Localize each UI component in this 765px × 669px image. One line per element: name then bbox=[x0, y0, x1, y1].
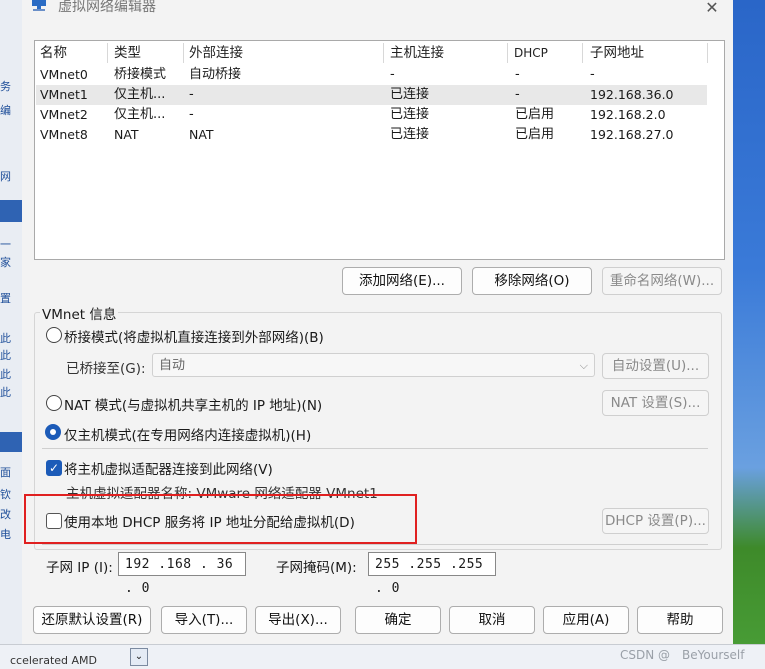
bridged-to-value: 自动 bbox=[159, 358, 186, 373]
window-title: 虚拟网络编辑器 bbox=[58, 0, 156, 15]
cell-host: - bbox=[390, 67, 395, 82]
cell-name: VMnet8 bbox=[40, 127, 88, 142]
left-strip-block bbox=[0, 200, 22, 222]
table-row[interactable]: VMnet8 NAT NAT 已连接 已启用 192.168.27.0 bbox=[36, 125, 707, 145]
column-divider bbox=[183, 43, 184, 63]
column-divider bbox=[582, 43, 583, 63]
table-row[interactable]: VMnet0 桥接模式 自动桥接 - - - bbox=[36, 65, 707, 85]
bridged-mode-radio[interactable] bbox=[46, 327, 62, 343]
cell-type: 桥接模式 bbox=[114, 67, 167, 82]
chevron-down-icon[interactable]: ⌄ bbox=[130, 648, 148, 666]
column-divider bbox=[383, 43, 384, 63]
table-row-selected[interactable]: VMnet1 仅主机... - 已连接 - 192.168.36.0 bbox=[36, 85, 707, 105]
left-strip-text: 电 bbox=[0, 528, 11, 541]
cell-name: VMnet2 bbox=[40, 107, 88, 122]
column-divider bbox=[507, 43, 508, 63]
desktop-wallpaper bbox=[733, 0, 765, 668]
vmnet-info-title: VMnet 信息 bbox=[40, 303, 119, 323]
left-strip-text: 改 bbox=[0, 508, 11, 521]
chevron-down-icon: ⌵ bbox=[579, 359, 588, 372]
cancel-button[interactable]: 取消 bbox=[449, 606, 535, 634]
close-icon[interactable]: ✕ bbox=[700, 0, 724, 20]
cell-dhcp: - bbox=[515, 67, 520, 82]
nat-mode-label[interactable]: NAT 模式(与虚拟机共享主机的 IP 地址)(N) bbox=[64, 394, 322, 414]
auto-settings-button[interactable]: 自动设置(U)... bbox=[602, 353, 709, 379]
subnet-ip-input[interactable]: 192 .168 . 36 . 0 bbox=[118, 552, 246, 596]
bridged-to-select[interactable]: 自动 ⌵ bbox=[152, 353, 595, 377]
background-text: ccelerated AMD bbox=[10, 654, 97, 667]
nat-settings-button[interactable]: NAT 设置(S)... bbox=[602, 390, 709, 416]
network-icon bbox=[32, 0, 46, 11]
left-strip-text: 钦 bbox=[0, 488, 11, 501]
cell-dhcp: 已启用 bbox=[515, 127, 555, 142]
host-only-mode-label[interactable]: 仅主机模式(在专用网络内连接虚拟机)(H) bbox=[64, 424, 311, 444]
cell-host: 已连接 bbox=[390, 127, 430, 142]
left-strip-text: 此 bbox=[0, 349, 11, 362]
left-strip-text: 此 bbox=[0, 386, 11, 399]
remove-network-button[interactable]: 移除网络(O) bbox=[472, 267, 592, 295]
highlight-box bbox=[24, 494, 417, 544]
cell-host: 已连接 bbox=[390, 107, 430, 122]
help-button[interactable]: 帮助 bbox=[637, 606, 723, 634]
host-only-mode-radio[interactable] bbox=[45, 424, 61, 440]
subnet-mask-input[interactable]: 255 .255 .255 . 0 bbox=[368, 552, 496, 596]
cell-external: - bbox=[189, 87, 194, 102]
left-strip-text: 家 bbox=[0, 256, 11, 269]
nat-mode-radio[interactable] bbox=[46, 395, 62, 411]
cell-subnet: 192.168.27.0 bbox=[590, 127, 674, 142]
cell-name: VMnet0 bbox=[40, 67, 88, 82]
left-strip-block bbox=[0, 432, 22, 452]
left-strip-text: 此 bbox=[0, 332, 11, 345]
import-button[interactable]: 导入(T)... bbox=[161, 606, 247, 634]
cell-type: 仅主机... bbox=[114, 107, 166, 122]
cell-type: 仅主机... bbox=[114, 87, 166, 102]
separator bbox=[42, 544, 708, 545]
cell-host: 已连接 bbox=[390, 87, 430, 102]
add-network-button[interactable]: 添加网络(E)... bbox=[342, 267, 462, 295]
left-strip-text: 此 bbox=[0, 368, 11, 381]
column-divider bbox=[707, 43, 708, 63]
separator bbox=[42, 448, 708, 449]
cell-dhcp: - bbox=[515, 87, 520, 102]
column-header-dhcp[interactable]: DHCP bbox=[514, 41, 548, 65]
cell-external: - bbox=[189, 107, 194, 122]
cell-type: NAT bbox=[114, 127, 139, 142]
connect-adapter-checkbox[interactable]: ✓ bbox=[46, 460, 62, 476]
column-header-name[interactable]: 名称 bbox=[40, 41, 67, 65]
bridged-mode-label[interactable]: 桥接模式(将虚拟机直接连接到外部网络)(B) bbox=[64, 326, 324, 346]
column-header-subnet[interactable]: 子网地址 bbox=[590, 41, 644, 65]
restore-defaults-button[interactable]: 还原默认设置(R) bbox=[33, 606, 151, 634]
column-header-host[interactable]: 主机连接 bbox=[390, 41, 444, 65]
left-strip-text: 网 bbox=[0, 170, 11, 183]
apply-button[interactable]: 应用(A) bbox=[543, 606, 629, 634]
left-strip-text: 务 bbox=[0, 80, 11, 93]
bridged-to-label: 已桥接至(G): bbox=[66, 361, 146, 377]
cell-external: NAT bbox=[189, 127, 214, 142]
cell-dhcp: 已启用 bbox=[515, 107, 555, 122]
subnet-mask-label: 子网掩码(M): bbox=[276, 560, 357, 576]
column-divider bbox=[107, 43, 108, 63]
export-button[interactable]: 导出(X)... bbox=[255, 606, 341, 634]
watermark: CSDN @ BeYourself bbox=[620, 648, 745, 662]
connect-adapter-label[interactable]: 将主机虚拟适配器连接到此网络(V) bbox=[64, 458, 273, 478]
left-strip-text: 编 bbox=[0, 104, 11, 117]
column-header-external[interactable]: 外部连接 bbox=[189, 41, 243, 65]
network-table: 名称 类型 外部连接 主机连接 DHCP 子网地址 VMnet0 桥接模式 自动… bbox=[34, 40, 725, 260]
ok-button[interactable]: 确定 bbox=[355, 606, 441, 634]
cell-subnet: 192.168.2.0 bbox=[590, 107, 666, 122]
cell-subnet: 192.168.36.0 bbox=[590, 87, 674, 102]
cell-name: VMnet1 bbox=[40, 87, 88, 102]
left-strip-text: 一 bbox=[0, 238, 11, 251]
rename-network-button[interactable]: 重命名网络(W)... bbox=[602, 267, 722, 295]
cell-subnet: - bbox=[590, 67, 595, 82]
left-strip-text: 面 bbox=[0, 466, 11, 479]
dhcp-settings-button[interactable]: DHCP 设置(P)... bbox=[602, 508, 709, 534]
subnet-ip-label: 子网 IP (I): bbox=[46, 560, 113, 576]
column-header-type[interactable]: 类型 bbox=[114, 41, 141, 65]
left-strip-text: 置 bbox=[0, 292, 11, 305]
table-row[interactable]: VMnet2 仅主机... - 已连接 已启用 192.168.2.0 bbox=[36, 105, 707, 125]
cell-external: 自动桥接 bbox=[189, 67, 242, 82]
